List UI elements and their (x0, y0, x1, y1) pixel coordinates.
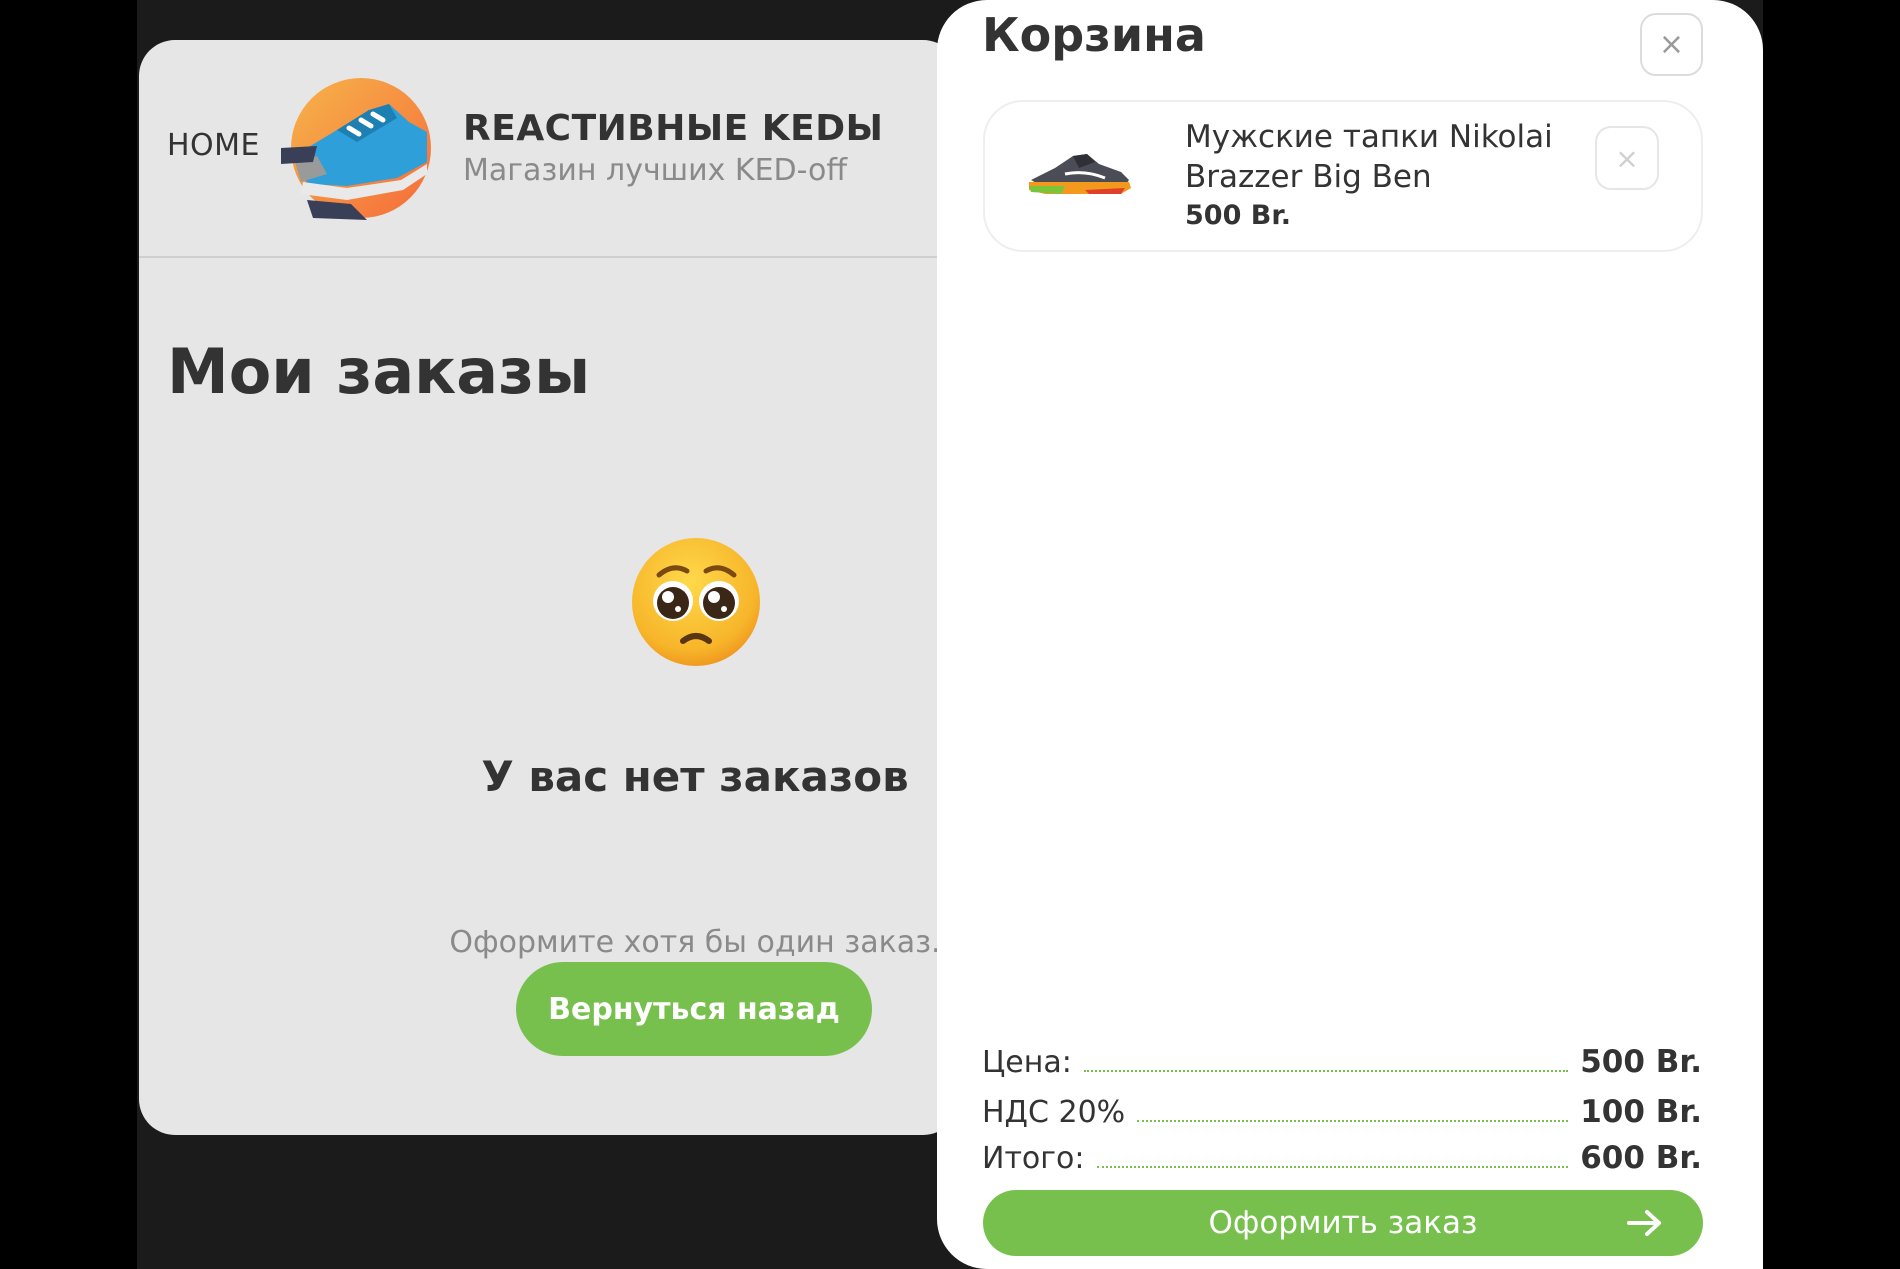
summary-price-value: 500 Br. (1580, 1044, 1702, 1080)
sneaker-logo-icon[interactable] (277, 70, 435, 228)
empty-state-subtitle: Оформите хотя бы один заказ. (449, 925, 941, 960)
cart-title: Корзина (982, 8, 1206, 62)
dotted-divider (1137, 1120, 1569, 1122)
summary-vat-row: НДС 20% 100 Br. (982, 1090, 1702, 1130)
close-icon[interactable]: × (1640, 13, 1703, 76)
home-link[interactable]: HOME (167, 128, 260, 163)
back-button[interactable]: Вернуться назад (516, 962, 872, 1056)
empty-state-title: У вас нет заказов (481, 752, 909, 801)
checkout-button-label: Оформить заказ (1208, 1205, 1478, 1241)
brand-title: REACTИВНЫЕ KEDЫ (463, 108, 884, 149)
cart-item-name[interactable]: Мужские тапки Nikolai Brazzer Big Ben (1185, 117, 1575, 197)
summary-total-label: Итого: (982, 1141, 1085, 1176)
site-header: HOME REACTИВНЫЕ KEDЫ Магазин лучших KED-… (139, 40, 959, 258)
summary-price-label: Цена: (982, 1045, 1072, 1080)
page-title: Мои заказы (167, 335, 591, 408)
dotted-divider (1083, 1070, 1569, 1072)
summary-total-value: 600 Br. (1580, 1140, 1702, 1176)
cart-drawer: Корзина × Мужские тапки Nikolai Brazzer … (937, 0, 1763, 1269)
cart-item: Мужские тапки Nikolai Brazzer Big Ben 50… (983, 100, 1703, 252)
checkout-button[interactable]: Оформить заказ (983, 1190, 1703, 1256)
summary-vat-label: НДС 20% (982, 1095, 1126, 1130)
summary-price-row: Цена: 500 Br. (982, 1040, 1702, 1080)
cart-item-price: 500 Br. (1185, 200, 1292, 231)
pleading-face-emoji-icon (632, 538, 760, 666)
orders-page: HOME REACTИВНЫЕ KEDЫ Магазин лучших KED-… (139, 40, 959, 1135)
summary-total-row: Итого: 600 Br. (982, 1136, 1702, 1176)
remove-item-icon[interactable]: × (1595, 126, 1659, 190)
summary-vat-value: 100 Br. (1580, 1094, 1702, 1130)
brand-subtitle: Магазин лучших KED-off (463, 153, 848, 188)
sneaker-product-image (1029, 154, 1131, 194)
arrow-right-icon (1627, 1210, 1661, 1236)
dotted-divider (1096, 1166, 1569, 1168)
